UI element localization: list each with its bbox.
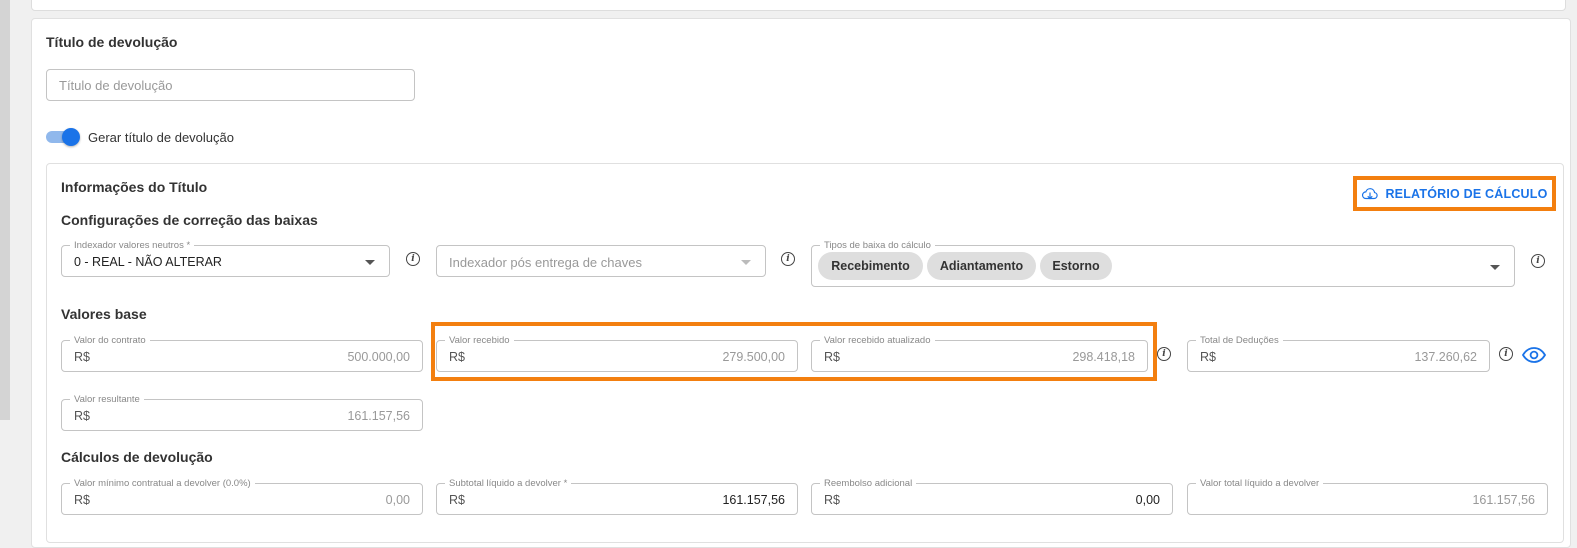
field-value: 0,00 xyxy=(385,493,410,507)
neutral-values-indexer-select[interactable]: Indexador valores neutros * 0 - REAL - N… xyxy=(61,240,390,277)
currency-prefix: R$ xyxy=(449,493,465,507)
field-legend: Valor recebido atualizado xyxy=(820,335,935,346)
total-deductions-field[interactable]: Total de Deduções R$ 137.260,62 xyxy=(1187,335,1490,372)
currency-prefix: R$ xyxy=(824,493,840,507)
received-updated-value-field[interactable]: Valor recebido atualizado R$ 298.418,18 xyxy=(811,335,1148,372)
field-legend: Subtotal líquido a devolver * xyxy=(445,478,572,489)
currency-prefix: R$ xyxy=(1200,350,1216,364)
info-icon[interactable]: i xyxy=(1531,254,1545,268)
field-legend: Total de Deduções xyxy=(1196,335,1283,346)
chip-estorno[interactable]: Estorno xyxy=(1040,252,1112,280)
currency-prefix: R$ xyxy=(824,350,840,364)
selected-value: 0 - REAL - NÃO ALTERAR xyxy=(74,255,222,269)
currency-prefix: R$ xyxy=(74,350,90,364)
field-value: 298.418,18 xyxy=(1072,350,1135,364)
return-title-heading: Título de devolução xyxy=(46,34,178,50)
select-placeholder: Indexador pós entrega de chaves xyxy=(449,255,642,270)
post-keys-indexer-select[interactable]: Indexador pós entrega de chaves xyxy=(436,245,766,277)
generate-return-title-toggle[interactable] xyxy=(46,128,80,146)
field-legend: Reembolso adicional xyxy=(820,478,917,489)
field-value: 279.500,00 xyxy=(722,350,785,364)
cloud-download-icon xyxy=(1362,187,1379,199)
toggle-thumb xyxy=(62,128,80,146)
base-values-heading: Valores base xyxy=(61,306,147,322)
info-icon[interactable]: i xyxy=(781,252,795,266)
field-value: 161.157,56 xyxy=(1472,493,1535,507)
chevron-down-icon xyxy=(741,260,751,265)
correction-settings-heading: Configurações de correção das baixas xyxy=(61,212,318,228)
title-info-heading: Informações do Título xyxy=(61,179,208,195)
info-icon[interactable]: i xyxy=(1157,347,1171,361)
chevron-down-icon xyxy=(1490,265,1500,270)
currency-prefix: R$ xyxy=(74,409,90,423)
return-calculations-heading: Cálculos de devolução xyxy=(61,449,213,465)
field-legend: Valor resultante xyxy=(70,394,144,405)
left-rail xyxy=(0,0,10,420)
return-title-input[interactable]: Título de devolução xyxy=(46,69,415,101)
eye-icon[interactable] xyxy=(1522,347,1546,363)
field-legend: Tipos de baixa do cálculo xyxy=(820,240,935,251)
additional-reimbursement-field[interactable]: Reembolso adicional R$ 0,00 xyxy=(811,478,1173,515)
info-icon[interactable]: i xyxy=(1499,347,1513,361)
info-icon[interactable]: i xyxy=(406,252,420,266)
field-value: 161.157,56 xyxy=(722,493,785,507)
chevron-down-icon xyxy=(365,260,375,265)
field-value: 500.000,00 xyxy=(347,350,410,364)
field-legend: Valor recebido xyxy=(445,335,514,346)
field-legend: Valor do contrato xyxy=(70,335,150,346)
field-value: 137.260,62 xyxy=(1414,350,1477,364)
field-legend: Valor mínimo contratual a devolver (0.0%… xyxy=(70,478,255,489)
contract-value-field[interactable]: Valor do contrato R$ 500.000,00 xyxy=(61,335,423,372)
currency-prefix: R$ xyxy=(74,493,90,507)
currency-prefix: R$ xyxy=(449,350,465,364)
total-net-return-field[interactable]: Valor total líquido a devolver 161.157,5… xyxy=(1187,478,1548,515)
field-value: 0,00 xyxy=(1135,493,1160,507)
field-legend: Valor total líquido a devolver xyxy=(1196,478,1324,489)
chip-adiantamento[interactable]: Adiantamento xyxy=(927,252,1036,280)
resulting-value-field[interactable]: Valor resultante R$ 161.157,56 xyxy=(61,394,423,431)
calculation-report-button[interactable]: RELATÓRIO DE CÁLCULO xyxy=(1353,176,1556,211)
generate-return-title-label: Gerar título de devolução xyxy=(88,130,234,145)
field-legend: Indexador valores neutros * xyxy=(70,240,195,251)
received-value-field[interactable]: Valor recebido R$ 279.500,00 xyxy=(436,335,798,372)
net-subtotal-field[interactable]: Subtotal líquido a devolver * R$ 161.157… xyxy=(436,478,798,515)
calculation-report-label: RELATÓRIO DE CÁLCULO xyxy=(1385,186,1548,201)
previous-card xyxy=(31,0,1566,11)
minimum-contractual-value-field[interactable]: Valor mínimo contratual a devolver (0.0%… xyxy=(61,478,423,515)
chip-recebimento[interactable]: Recebimento xyxy=(818,252,923,280)
field-value: 161.157,56 xyxy=(347,409,410,423)
